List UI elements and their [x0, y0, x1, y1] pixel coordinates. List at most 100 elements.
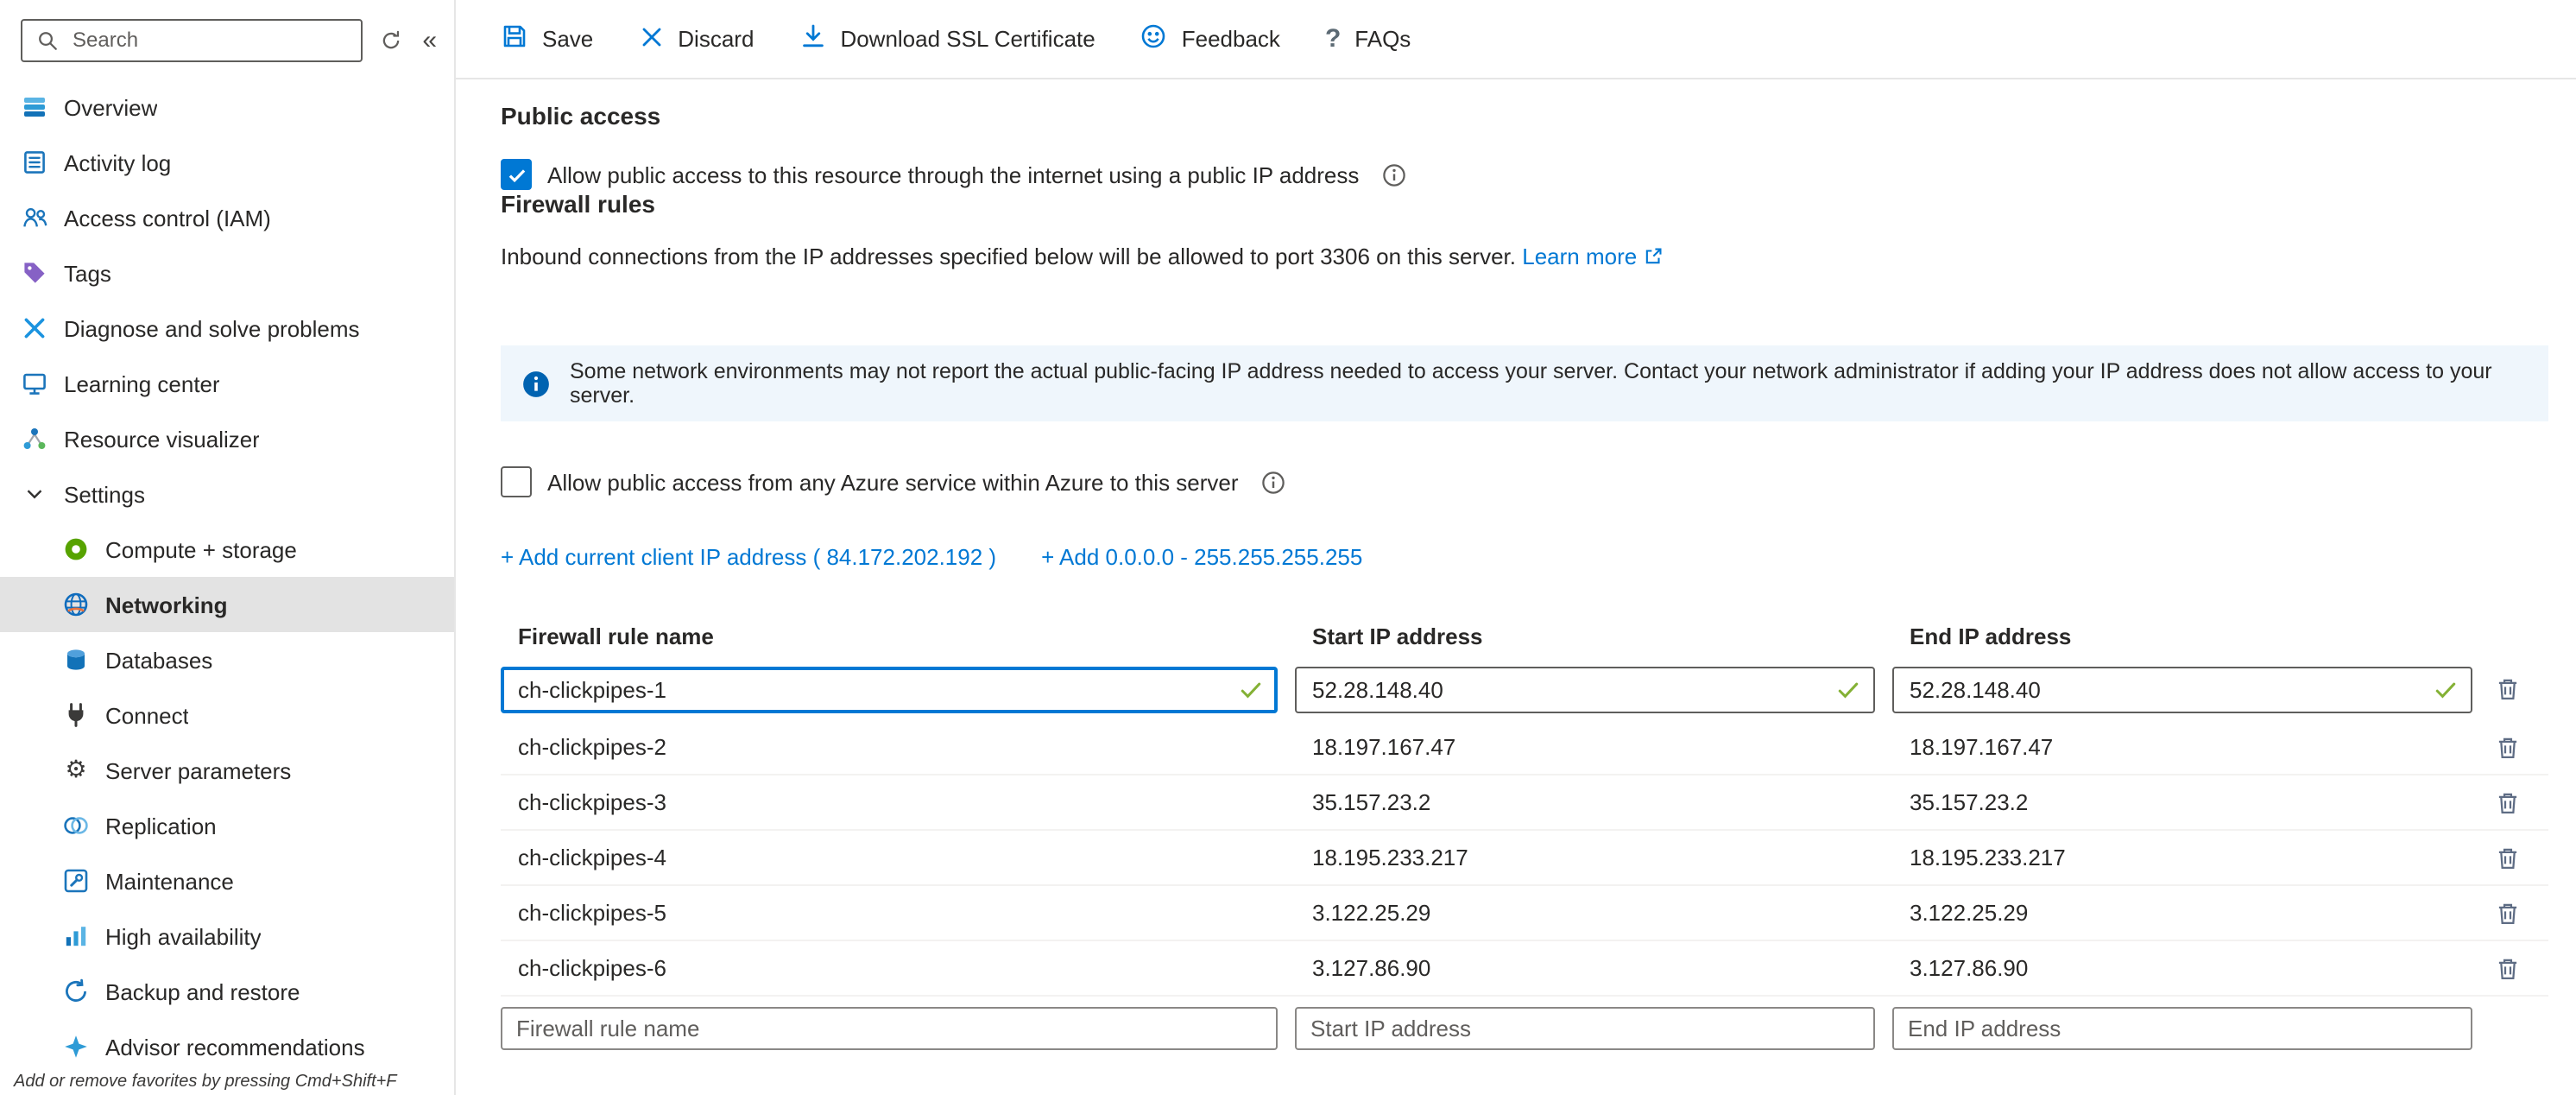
sidebar-item-diagnose[interactable]: Diagnose and solve problems: [0, 301, 454, 356]
command-bar: Save Discard Download SSL Certificate Fe…: [456, 0, 2576, 79]
learn-more-label: Learn more: [1522, 244, 1637, 269]
networking-icon: [62, 591, 90, 618]
end-ip-input[interactable]: [1892, 666, 2472, 712]
delete-rule-button[interactable]: [2490, 840, 2524, 875]
sidebar-item-activity-log[interactable]: Activity log: [0, 135, 454, 190]
info-banner: Some network environments may not report…: [501, 345, 2548, 421]
info-icon[interactable]: [1261, 469, 1287, 495]
sidebar-item-label: High availability: [105, 923, 262, 949]
databases-icon: [62, 646, 90, 674]
sidebar-item-networking[interactable]: Networking: [0, 577, 454, 632]
sidebar-item-label: Compute + storage: [105, 536, 297, 562]
sidebar-item-resource-visualizer[interactable]: Resource visualizer: [0, 411, 454, 466]
resource-menu-sidebar: « Overview Activity log Access control (…: [0, 0, 456, 1095]
sidebar-item-label: Maintenance: [105, 868, 234, 894]
sidebar-item-high-availability[interactable]: High availability: [0, 908, 454, 964]
rule-name-cell: ch-clickpipes-5: [501, 900, 1278, 926]
search-icon: [33, 26, 60, 54]
save-label: Save: [542, 26, 593, 52]
sidebar-group-settings[interactable]: Settings: [0, 466, 454, 522]
sidebar-item-label: Backup and restore: [105, 978, 300, 1004]
sidebar-item-label: Advisor recommendations: [105, 1034, 365, 1060]
favorites-hint: Add or remove favorites by pressing Cmd+…: [0, 1071, 454, 1095]
sidebar-item-connect[interactable]: Connect: [0, 687, 454, 743]
sidebar-item-backup-restore[interactable]: Backup and restore: [0, 964, 454, 1019]
sidebar-searchbox: [21, 18, 362, 61]
firewall-rule-row: ch-clickpipes-3 35.157.23.2 35.157.23.2: [501, 775, 2548, 831]
info-banner-icon: [521, 369, 551, 398]
maintenance-icon: [62, 867, 90, 895]
feedback-label: Feedback: [1182, 26, 1280, 52]
info-icon[interactable]: [1381, 161, 1407, 187]
start-ip-cell: 3.122.25.29: [1295, 900, 1875, 926]
sidebar-item-compute-storage[interactable]: Compute + storage: [0, 522, 454, 577]
sidebar-item-server-parameters[interactable]: ⚙ Server parameters: [0, 743, 454, 798]
sidebar-item-replication[interactable]: Replication: [0, 798, 454, 853]
new-rule-name-input[interactable]: [501, 1007, 1278, 1050]
activity-log-icon: [21, 149, 48, 176]
new-start-ip-input[interactable]: [1295, 1007, 1875, 1050]
sidebar-item-access-control[interactable]: Access control (IAM): [0, 190, 454, 245]
delete-rule-button[interactable]: [2490, 896, 2524, 930]
col-header-start-ip: Start IP address: [1295, 623, 1875, 649]
delete-rule-button[interactable]: [2490, 730, 2524, 764]
sidebar-item-overview[interactable]: Overview: [0, 79, 454, 135]
search-input[interactable]: [69, 26, 350, 54]
start-ip-cell: 18.197.167.47: [1295, 734, 1875, 760]
add-all-ips-link[interactable]: + Add 0.0.0.0 - 255.255.255.255: [1041, 544, 1362, 570]
sidebar-item-label: Access control (IAM): [64, 205, 271, 231]
sidebar-item-tags[interactable]: Tags: [0, 245, 454, 301]
high-availability-icon: [62, 922, 90, 950]
delete-rule-button[interactable]: [2490, 951, 2524, 985]
faqs-button[interactable]: ? FAQs: [1325, 26, 1411, 52]
resource-visualizer-icon: [21, 425, 48, 453]
overview-icon: [21, 93, 48, 121]
sidebar-group-label: Settings: [64, 481, 145, 507]
new-rule-row: [501, 1007, 2548, 1050]
sidebar-search-bar: «: [0, 0, 454, 74]
delete-rule-button[interactable]: [2490, 785, 2524, 820]
faqs-label: FAQs: [1354, 26, 1411, 52]
feedback-button[interactable]: Feedback: [1140, 22, 1280, 55]
firewall-rules-heading: Firewall rules: [501, 190, 2548, 218]
sidebar-item-databases[interactable]: Databases: [0, 632, 454, 687]
rule-name-cell: ch-clickpipes-2: [501, 734, 1278, 760]
save-button[interactable]: Save: [501, 22, 593, 55]
start-ip-input[interactable]: [1295, 666, 1875, 712]
learn-more-link[interactable]: Learn more: [1522, 244, 1664, 269]
sidebar-item-label: Networking: [105, 592, 228, 617]
rule-name-cell: ch-clickpipes-3: [501, 789, 1278, 815]
start-ip-cell: 35.157.23.2: [1295, 789, 1875, 815]
firewall-rule-row-editing: [501, 658, 2548, 720]
compute-storage-icon: [62, 535, 90, 563]
rule-name-cell: ch-clickpipes-6: [501, 955, 1278, 981]
azure-portal-networking-page: « Overview Activity log Access control (…: [0, 0, 2576, 1095]
refresh-icon[interactable]: [376, 28, 405, 51]
collapse-sidebar-button[interactable]: «: [419, 27, 440, 53]
rule-name-input[interactable]: [501, 666, 1278, 712]
replication-icon: [62, 812, 90, 839]
firewall-rule-row: ch-clickpipes-2 18.197.167.47 18.197.167…: [501, 720, 2548, 775]
sidebar-item-label: Diagnose and solve problems: [64, 315, 360, 341]
learning-center-icon: [21, 370, 48, 397]
tags-icon: [21, 259, 48, 287]
delete-rule-button[interactable]: [2490, 672, 2524, 706]
advisor-sparkle-icon: [62, 1033, 90, 1060]
sidebar-item-learning-center[interactable]: Learning center: [0, 356, 454, 411]
diagnose-icon: [21, 314, 48, 342]
discard-button[interactable]: Discard: [638, 23, 754, 54]
add-client-ip-link[interactable]: + Add current client IP address ( 84.172…: [501, 544, 996, 570]
end-ip-cell: 18.197.167.47: [1892, 734, 2472, 760]
download-ssl-button[interactable]: Download SSL Certificate: [799, 22, 1095, 55]
azure-services-checkbox[interactable]: [501, 466, 532, 497]
end-ip-cell: 18.195.233.217: [1892, 845, 2472, 870]
sidebar-item-maintenance[interactable]: Maintenance: [0, 853, 454, 908]
sidebar-item-advisor-recommendations[interactable]: Advisor recommendations: [0, 1019, 454, 1071]
gear-icon: ⚙: [62, 756, 90, 784]
public-access-checkbox[interactable]: [501, 159, 532, 190]
discard-label: Discard: [678, 26, 754, 52]
azure-services-checkbox-row: Allow public access from any Azure servi…: [501, 466, 2548, 497]
backup-restore-icon: [62, 978, 90, 1005]
new-end-ip-input[interactable]: [1892, 1007, 2472, 1050]
public-access-checkbox-row: Allow public access to this resource thr…: [501, 159, 2548, 190]
